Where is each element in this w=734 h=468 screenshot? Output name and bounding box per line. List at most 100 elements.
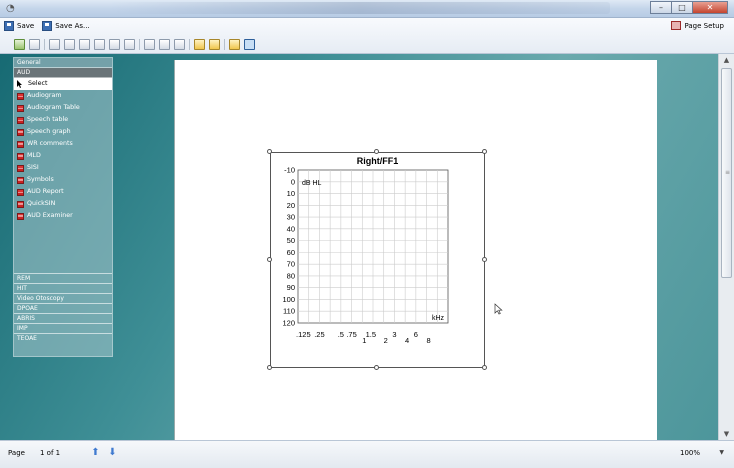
delete-tool[interactable] bbox=[29, 39, 40, 50]
toolbox-item-label: MLD bbox=[27, 152, 41, 159]
toolbox-item-label: Speech table bbox=[27, 116, 69, 123]
toolbox-header[interactable]: General bbox=[14, 58, 112, 68]
page-setup-button[interactable]: Page Setup bbox=[671, 21, 724, 30]
resize-handle-e[interactable] bbox=[482, 257, 487, 262]
toolbox-category[interactable]: HIT bbox=[14, 283, 112, 293]
title-bar: ◔ – □ ✕ bbox=[0, 0, 734, 18]
toolbox-item[interactable]: WR comments bbox=[14, 138, 112, 150]
toolbox-item[interactable]: AUD Report bbox=[14, 186, 112, 198]
toolbox-item-label: QuickSIN bbox=[27, 200, 56, 207]
toolbox-item-label: Audiogram Table bbox=[27, 104, 80, 111]
previous-page-icon[interactable]: ⬆ bbox=[90, 447, 101, 458]
x-tick-label: .125 bbox=[296, 330, 311, 339]
y-unit-label: dB HL bbox=[302, 180, 322, 187]
toolbox-item-label: Speech graph bbox=[27, 128, 71, 135]
scroll-thumb[interactable]: ≡ bbox=[721, 68, 732, 278]
toolbox-item[interactable]: SISI bbox=[14, 162, 112, 174]
align-top-tool[interactable] bbox=[79, 39, 90, 50]
toolbox-group-aud[interactable]: AUD bbox=[14, 68, 112, 78]
resize-handle-ne[interactable] bbox=[482, 149, 487, 154]
toolbar: Save Save As... Page Setup bbox=[0, 18, 734, 54]
y-tick-label: 80 bbox=[287, 271, 295, 280]
toolbox-item[interactable]: QuickSIN bbox=[14, 198, 112, 210]
scroll-up-icon[interactable]: ▲ bbox=[719, 54, 734, 66]
align-bottom-tool[interactable] bbox=[94, 39, 105, 50]
maximize-button[interactable]: □ bbox=[671, 1, 693, 14]
zoom-dropdown-icon[interactable]: ▼ bbox=[719, 449, 724, 456]
center-vertical-tool[interactable] bbox=[124, 39, 135, 50]
y-tick-label: 10 bbox=[287, 189, 295, 198]
toolbox-item[interactable]: Audiogram bbox=[14, 90, 112, 102]
toolbox-item[interactable]: Audiogram Table bbox=[14, 102, 112, 114]
save-button[interactable]: Save bbox=[4, 21, 34, 31]
zoom-level[interactable]: 100% bbox=[680, 449, 700, 457]
toolbox-item[interactable]: MLD bbox=[14, 150, 112, 162]
toolbox-item-label: AUD Report bbox=[27, 188, 64, 195]
y-tick-label: -10 bbox=[284, 166, 295, 175]
y-tick-label: 30 bbox=[287, 213, 295, 222]
scroll-down-icon[interactable]: ▼ bbox=[719, 428, 734, 440]
save-as-button[interactable]: Save As... bbox=[42, 21, 90, 31]
x-tick-label: 8 bbox=[426, 336, 430, 345]
x-tick-label: .25 bbox=[314, 330, 324, 339]
x-unit-label: kHz bbox=[432, 315, 445, 322]
y-tick-label: 90 bbox=[287, 283, 295, 292]
resize-handle-n[interactable] bbox=[374, 149, 379, 154]
resize-handle-sw[interactable] bbox=[267, 365, 272, 370]
y-tick-label: 120 bbox=[282, 319, 295, 328]
toolbox-item[interactable]: AUD Examiner bbox=[14, 210, 112, 222]
resize-handle-se[interactable] bbox=[482, 365, 487, 370]
window-controls: – □ ✕ bbox=[650, 1, 728, 15]
insert-tool[interactable] bbox=[14, 39, 25, 50]
toolbox-item-label: Select bbox=[28, 80, 48, 87]
toolbox-category[interactable]: Video Otoscopy bbox=[14, 293, 112, 303]
vertical-scrollbar[interactable]: ▲ ≡ ▼ bbox=[718, 54, 734, 440]
align-right-tool[interactable] bbox=[64, 39, 75, 50]
audiogram-element[interactable]: Right/FF1 -10 0 10 20 30 40 50 60 70 80 90 100 110 12… bbox=[270, 152, 485, 368]
toolbox-category[interactable]: REM bbox=[14, 273, 112, 283]
toolbox-item[interactable]: Speech graph bbox=[14, 126, 112, 138]
report-element-icon bbox=[17, 140, 24, 148]
report-element-icon bbox=[17, 92, 24, 100]
cursor-icon bbox=[17, 80, 22, 88]
report-element-icon bbox=[17, 116, 24, 124]
y-tick-label: 0 bbox=[291, 177, 295, 186]
minimize-button[interactable]: – bbox=[650, 1, 672, 14]
properties-tool[interactable] bbox=[229, 39, 240, 50]
bring-front-tool[interactable] bbox=[194, 39, 205, 50]
toolbox-category[interactable]: IMP bbox=[14, 323, 112, 333]
toolbox-category[interactable]: ABRIS bbox=[14, 313, 112, 323]
toolbox-panel: General AUD Select Audiogram Audiogram Tab… bbox=[13, 57, 113, 357]
x-tick-label: 6 bbox=[414, 330, 418, 339]
align-left-tool[interactable] bbox=[49, 39, 60, 50]
report-element-icon bbox=[17, 188, 24, 196]
send-back-tool[interactable] bbox=[209, 39, 220, 50]
resize-handle-nw[interactable] bbox=[267, 149, 272, 154]
report-element-icon bbox=[17, 104, 24, 112]
same-size-tool[interactable] bbox=[174, 39, 185, 50]
toolbox-item-label: AUD Examiner bbox=[27, 212, 73, 219]
save-icon bbox=[4, 21, 14, 31]
toolbox-category[interactable]: DPOAE bbox=[14, 303, 112, 313]
center-horizontal-tool[interactable] bbox=[109, 39, 120, 50]
y-tick-label: 60 bbox=[287, 248, 295, 257]
x-tick-label: 2 bbox=[384, 336, 388, 345]
resize-handle-w[interactable] bbox=[267, 257, 272, 262]
same-height-tool[interactable] bbox=[159, 39, 170, 50]
mouse-pointer-icon bbox=[494, 303, 503, 315]
resize-handle-s[interactable] bbox=[374, 365, 379, 370]
x-tick-label: .5 bbox=[338, 330, 344, 339]
toolbox-item[interactable]: Select bbox=[14, 78, 112, 90]
y-tick-label: 20 bbox=[287, 201, 295, 210]
toolbox-item[interactable]: Symbols bbox=[14, 174, 112, 186]
page-indicator: 1 of 1 bbox=[40, 449, 61, 457]
same-width-tool[interactable] bbox=[144, 39, 155, 50]
grid-tool[interactable] bbox=[244, 39, 255, 50]
y-tick-label: 70 bbox=[287, 260, 295, 269]
close-button[interactable]: ✕ bbox=[692, 1, 728, 14]
x-tick-label: 3 bbox=[392, 330, 396, 339]
report-element-icon bbox=[17, 176, 24, 184]
next-page-icon[interactable]: ⬇ bbox=[107, 447, 118, 458]
toolbox-category[interactable]: TEOAE bbox=[14, 333, 112, 343]
toolbox-item[interactable]: Speech table bbox=[14, 114, 112, 126]
